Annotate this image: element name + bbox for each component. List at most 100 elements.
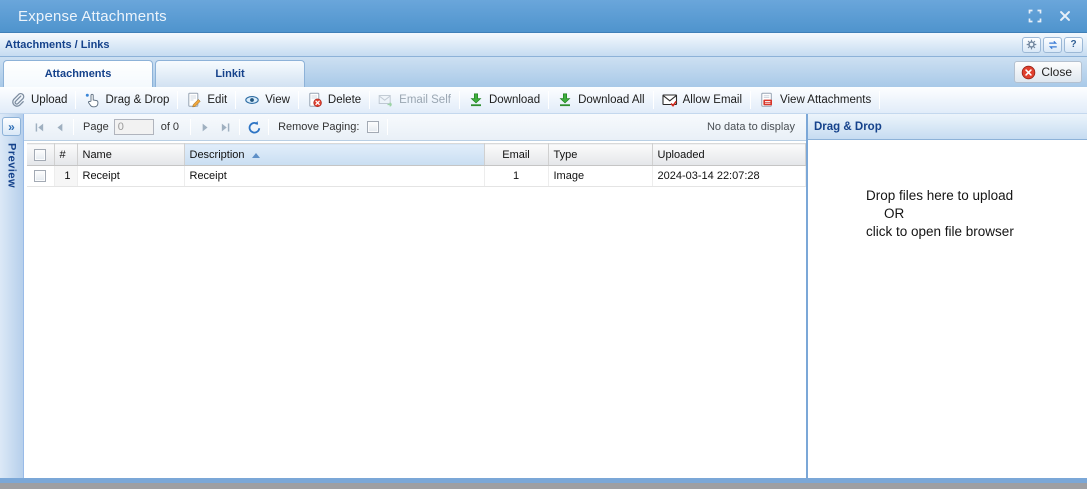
maximize-icon <box>1028 9 1042 23</box>
column-header-description[interactable]: Description <box>184 143 485 166</box>
view-attachments-button[interactable]: View Attachments <box>753 89 877 111</box>
sort-asc-icon <box>251 152 260 158</box>
tab-linkit-label: Linkit <box>215 68 245 80</box>
expand-icon: » <box>8 119 15 134</box>
background-strip <box>0 483 1087 489</box>
select-all-checkbox[interactable] <box>34 148 47 161</box>
next-page-icon <box>202 123 208 131</box>
panel-title: Attachments / Links <box>5 38 110 51</box>
toolbar-separator <box>750 91 752 109</box>
toolbar-separator <box>235 91 237 109</box>
hand-pointer-icon <box>86 93 99 108</box>
help-icon: ? <box>1070 39 1077 50</box>
download-all-button[interactable]: Download All <box>551 89 650 111</box>
download-all-label: Download All <box>578 94 645 106</box>
help-button[interactable]: ? <box>1064 36 1083 53</box>
page-label: Page <box>83 121 109 133</box>
email-send-icon <box>378 95 393 107</box>
refresh-button[interactable] <box>244 117 264 137</box>
download-icon <box>559 93 571 107</box>
toolbar: Upload Drag & Drop Edit View Delete Emai… <box>0 87 1087 114</box>
select-all-header[interactable] <box>27 143 55 166</box>
settings-button[interactable] <box>1022 36 1041 53</box>
toolbar-separator <box>652 91 654 109</box>
page-pencil-icon <box>188 92 202 108</box>
page-red-icon <box>761 92 773 107</box>
allow-email-button[interactable]: Allow Email <box>656 89 748 111</box>
tab-linkit[interactable]: Linkit <box>155 60 305 87</box>
tab-strip: Attachments Linkit Close <box>0 57 1087 87</box>
close-panel-button[interactable]: Close <box>1014 61 1082 83</box>
row-name-cell: Receipt <box>77 165 185 187</box>
envelope-check-icon <box>662 94 677 107</box>
row-type-cell: Image <box>548 165 653 187</box>
tab-attachments[interactable]: Attachments <box>3 60 153 87</box>
sync-button[interactable] <box>1043 36 1062 53</box>
column-header-name[interactable]: Name <box>77 143 185 166</box>
upload-label: Upload <box>31 94 68 106</box>
toolbar-separator <box>458 91 460 109</box>
maximize-button[interactable] <box>1025 6 1045 26</box>
toolbar-separator <box>879 91 881 109</box>
remove-paging-label: Remove Paging: <box>278 121 360 133</box>
row-description-cell: Receipt <box>184 165 485 187</box>
last-page-button[interactable] <box>215 117 235 137</box>
eye-icon <box>245 96 259 104</box>
file-drop-zone[interactable]: Drop files here to upload OR click to op… <box>808 140 1087 478</box>
refresh-icon <box>248 120 260 133</box>
table-header-row: # Name Description Email Type Uploaded <box>27 143 806 166</box>
table-row[interactable]: 1 Receipt Receipt 1 Image 2024-03-14 22:… <box>27 165 806 187</box>
panel-header-bar: Attachments / Links ? <box>0 33 1087 57</box>
grid-body: # Name Description Email Type Uploaded 1 <box>24 141 806 478</box>
row-checkbox[interactable] <box>34 170 47 183</box>
view-button[interactable]: View <box>238 89 296 111</box>
window-title: Expense Attachments <box>18 7 167 25</box>
last-page-icon <box>221 122 229 132</box>
next-page-button[interactable] <box>195 117 215 137</box>
gear-icon <box>1026 39 1037 50</box>
first-page-button[interactable] <box>29 117 49 137</box>
prev-page-button[interactable] <box>49 117 69 137</box>
toolbar-separator <box>177 91 179 109</box>
close-icon <box>1060 11 1070 21</box>
drag-drop-button[interactable]: Drag & Drop <box>78 89 175 111</box>
delete-label: Delete <box>327 94 362 106</box>
email-self-label: Email Self <box>399 94 451 106</box>
tab-attachments-label: Attachments <box>44 68 112 80</box>
edit-button[interactable]: Edit <box>180 89 233 111</box>
page-of-label: of 0 <box>160 121 180 133</box>
column-header-uploaded[interactable]: Uploaded <box>652 143 806 166</box>
delete-button[interactable]: Delete <box>301 89 367 111</box>
close-panel-label: Close <box>1041 65 1072 79</box>
remove-paging-checkbox[interactable] <box>367 121 380 133</box>
drop-zone-line3: click to open file browser <box>866 224 1014 239</box>
title-bar: Expense Attachments <box>0 0 1087 33</box>
drop-zone-line1: Drop files here to upload <box>866 188 1014 203</box>
row-uploaded-cell: 2024-03-14 22:07:28 <box>652 165 806 187</box>
toolbar-separator <box>548 91 550 109</box>
expense-attachments-dialog: Expense Attachments Attachments / Links … <box>0 0 1087 489</box>
paging-separator <box>73 119 74 135</box>
page-number-input[interactable] <box>113 119 154 135</box>
preview-sidebar[interactable]: » Preview <box>0 114 24 478</box>
paging-separator <box>268 119 270 135</box>
column-header-email[interactable]: Email <box>484 143 549 166</box>
row-select-cell[interactable] <box>27 165 55 187</box>
download-icon <box>470 93 482 107</box>
close-red-icon <box>1022 65 1036 79</box>
row-email-cell: 1 <box>484 165 549 187</box>
expand-preview-button[interactable]: » <box>2 117 21 136</box>
upload-button[interactable]: Upload <box>4 89 73 111</box>
column-header-type[interactable]: Type <box>548 143 653 166</box>
no-data-text: No data to display <box>706 121 795 133</box>
paperclip-icon <box>12 92 25 107</box>
edit-label: Edit <box>207 94 228 106</box>
download-button[interactable]: Download <box>462 89 546 111</box>
column-header-number[interactable]: # <box>54 143 78 166</box>
toolbar-separator <box>369 91 371 109</box>
close-window-button[interactable] <box>1055 6 1075 26</box>
sync-arrows-icon <box>1048 40 1057 49</box>
email-self-button: Email Self <box>372 89 457 111</box>
allow-email-label: Allow Email <box>682 94 743 106</box>
toolbar-separator <box>297 91 299 109</box>
